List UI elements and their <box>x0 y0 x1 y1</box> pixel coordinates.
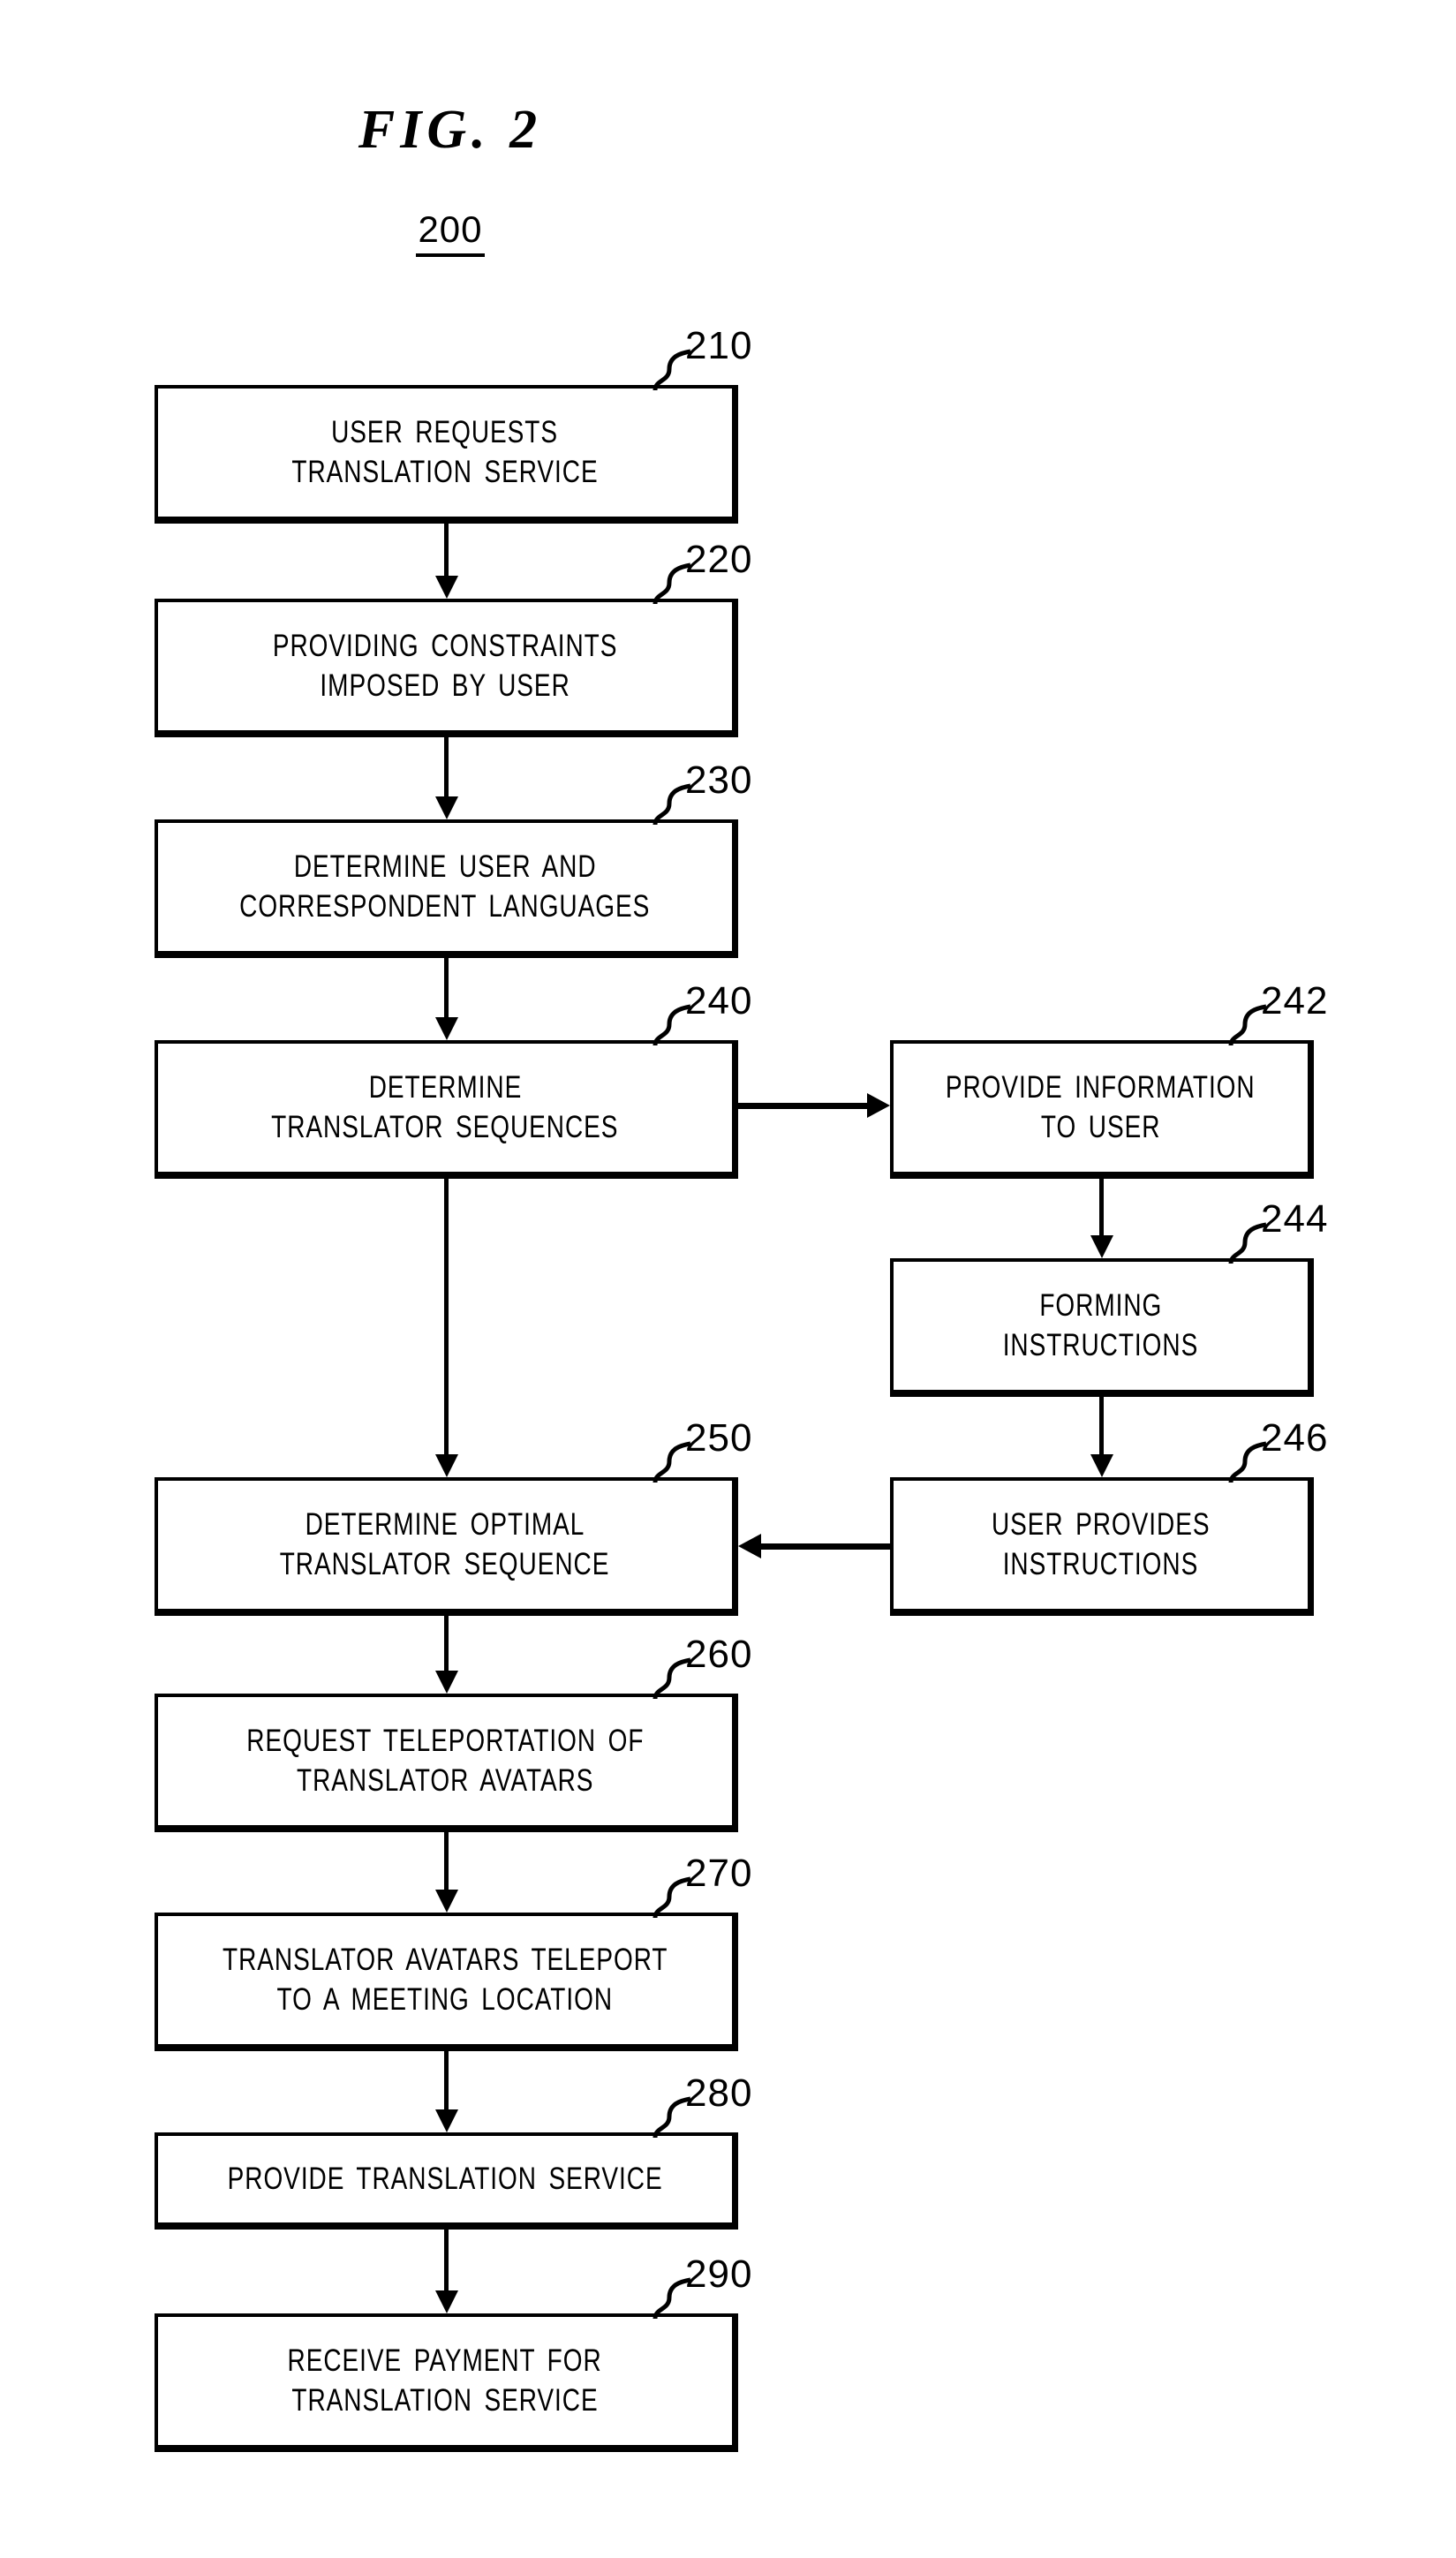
flow-node-260-line-1: REQUEST TELEPORTATION OF <box>245 1724 645 1759</box>
ref-number-260: 260 <box>685 1633 753 1676</box>
edge-280-290-arrowhead <box>435 2290 458 2313</box>
edge-244-246-arrowhead <box>1090 1454 1113 1477</box>
edge-260-270-line <box>444 1832 449 1891</box>
edge-230-240-arrowhead <box>435 1017 458 1040</box>
flow-node-260[interactable]: REQUEST TELEPORTATION OF TRANSLATOR AVAT… <box>155 1694 738 1832</box>
flow-node-210[interactable]: USER REQUESTS TRANSLATION SERVICE <box>155 385 738 524</box>
flow-node-250-line-1: DETERMINE OPTIMAL <box>305 1507 585 1543</box>
flow-node-246-line-2: INSTRUCTIONS <box>1002 1546 1199 1581</box>
flow-node-242[interactable]: PROVIDE INFORMATION TO USER <box>890 1040 1314 1179</box>
edge-242-244-line <box>1099 1179 1104 1237</box>
flow-node-230-line-1: DETERMINE USER AND <box>293 849 597 885</box>
ref-number-230: 230 <box>685 758 753 802</box>
edge-240-250-line <box>444 1179 449 1456</box>
flow-node-260-line-2: TRANSLATOR AVATARS <box>296 1762 594 1798</box>
edge-244-246-line <box>1099 1397 1104 1456</box>
flow-node-290[interactable]: RECEIVE PAYMENT FOR TRANSLATION SERVICE <box>155 2313 738 2452</box>
ref-number-280: 280 <box>685 2071 753 2115</box>
edge-210-220-line <box>444 524 449 577</box>
flow-node-210-line-2: TRANSLATION SERVICE <box>291 454 599 489</box>
figure-title: FIG. 2 <box>358 100 543 160</box>
edge-280-290-line <box>444 2230 449 2292</box>
edge-210-220-arrowhead <box>435 576 458 599</box>
flow-node-250[interactable]: DETERMINE OPTIMAL TRANSLATOR SEQUENCE <box>155 1477 738 1616</box>
flow-node-290-line-2: TRANSLATION SERVICE <box>291 2382 599 2418</box>
flow-node-244[interactable]: FORMING INSTRUCTIONS <box>890 1258 1314 1397</box>
ref-number-242: 242 <box>1261 979 1329 1022</box>
flow-node-240-line-2: TRANSLATOR SEQUENCES <box>271 1109 619 1144</box>
flow-node-270-line-2: TO A MEETING LOCATION <box>276 1981 614 2017</box>
ref-number-290: 290 <box>685 2252 753 2296</box>
flow-node-280[interactable]: PROVIDE TRANSLATION SERVICE <box>155 2132 738 2230</box>
edge-230-240-line <box>444 958 449 1019</box>
flow-node-280-line-1: PROVIDE TRANSLATION SERVICE <box>227 2161 663 2196</box>
ref-number-250: 250 <box>685 1416 753 1460</box>
edge-250-260-arrowhead <box>435 1671 458 1694</box>
flow-node-220-line-1: PROVIDING CONSTRAINTS <box>272 629 618 664</box>
edge-240-242-line <box>738 1103 869 1109</box>
figure-number: 200 <box>0 208 901 257</box>
edge-246-250-line <box>761 1543 892 1550</box>
edge-240-250-arrowhead <box>435 1454 458 1477</box>
flow-node-246-line-1: USER PROVIDES <box>991 1507 1211 1543</box>
edge-240-242-arrowhead <box>867 1093 890 1118</box>
edge-250-260-line <box>444 1616 449 1672</box>
ref-number-210: 210 <box>685 324 753 367</box>
ref-number-244: 244 <box>1261 1197 1329 1241</box>
edge-220-230-line <box>444 737 449 798</box>
ref-number-220: 220 <box>685 538 753 581</box>
flow-node-242-line-2: TO USER <box>1040 1109 1161 1144</box>
ref-number-240: 240 <box>685 979 753 1022</box>
flow-node-240[interactable]: DETERMINE TRANSLATOR SEQUENCES <box>155 1040 738 1179</box>
flow-node-250-line-2: TRANSLATOR SEQUENCE <box>280 1546 610 1581</box>
edge-270-280-arrowhead <box>435 2109 458 2132</box>
flow-node-230-line-2: CORRESPONDENT LANGUAGES <box>239 888 651 924</box>
patent-figure-canvas: FIG. 2 200 USER REQUESTS TRANSLATION SER… <box>0 0 1456 2558</box>
flow-node-210-line-1: USER REQUESTS <box>331 415 559 450</box>
ref-number-246: 246 <box>1261 1416 1329 1460</box>
edge-246-250-arrowhead <box>738 1534 761 1558</box>
flow-node-244-line-1: FORMING <box>1039 1288 1162 1324</box>
flow-node-270-line-1: TRANSLATOR AVATARS TELEPORT <box>222 1943 668 1978</box>
edge-270-280-line <box>444 2051 449 2111</box>
flow-node-230[interactable]: DETERMINE USER AND CORRESPONDENT LANGUAG… <box>155 819 738 958</box>
flow-node-246[interactable]: USER PROVIDES INSTRUCTIONS <box>890 1477 1314 1616</box>
flow-node-270[interactable]: TRANSLATOR AVATARS TELEPORT TO A MEETING… <box>155 1913 738 2051</box>
figure-number-value: 200 <box>416 208 485 257</box>
ref-number-270: 270 <box>685 1852 753 1895</box>
edge-220-230-arrowhead <box>435 796 458 819</box>
flow-node-242-line-1: PROVIDE INFORMATION <box>946 1070 1256 1105</box>
flow-node-220[interactable]: PROVIDING CONSTRAINTS IMPOSED BY USER <box>155 599 738 737</box>
flow-node-244-line-2: INSTRUCTIONS <box>1002 1327 1199 1362</box>
flow-node-290-line-1: RECEIVE PAYMENT FOR <box>287 2343 603 2379</box>
flow-node-220-line-2: IMPOSED BY USER <box>320 668 570 703</box>
edge-242-244-arrowhead <box>1090 1235 1113 1258</box>
edge-260-270-arrowhead <box>435 1890 458 1913</box>
flow-node-240-line-1: DETERMINE <box>368 1070 522 1105</box>
